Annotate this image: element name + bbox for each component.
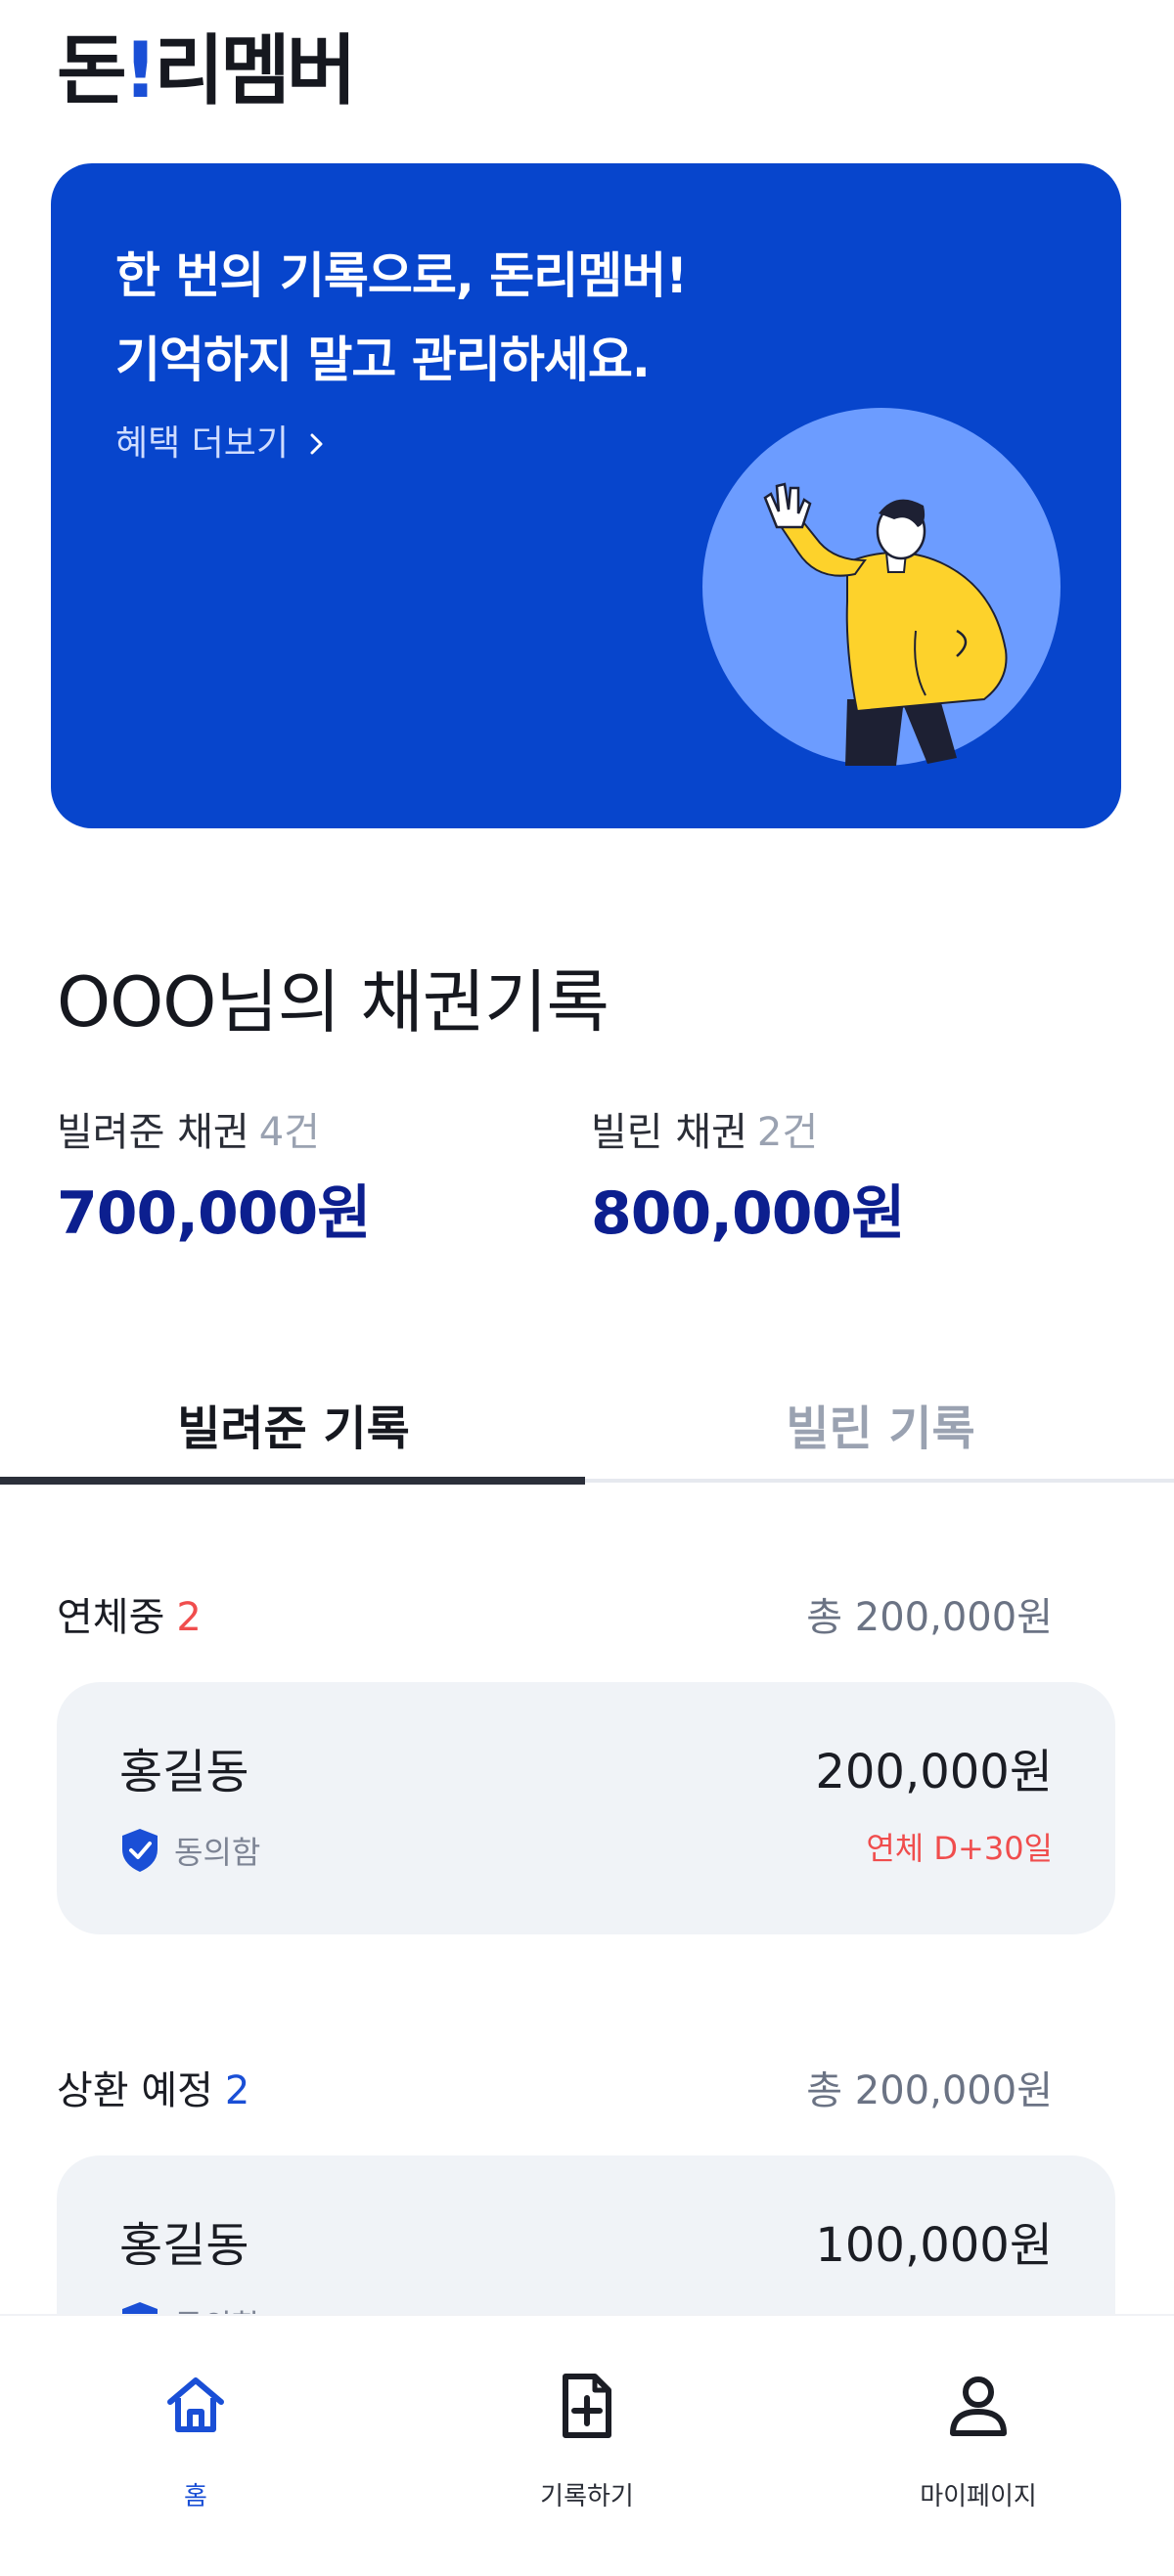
record-tabs: 빌려준 기록 빌린 기록: [0, 1367, 1174, 1487]
overdue-total: 총 200,000원: [806, 1595, 1053, 1640]
benefits-more-label: 혜택 더보기: [115, 423, 290, 464]
nav-home[interactable]: 홈: [0, 2316, 391, 2576]
app-logo: 돈!리멤버: [57, 27, 357, 115]
borrowed-bond-label: 빌린 채권: [591, 1110, 747, 1155]
lent-bond-label-row: 빌려준 채권 4건: [57, 1103, 370, 1162]
nav-add-record-label: 기록하기: [540, 2482, 634, 2511]
agreement-label: 동의함: [174, 1834, 261, 1871]
promo-banner[interactable]: 한 번의 기록으로, 돈리멤버! 기억하지 말고 관리하세요. 혜택 더보기: [51, 163, 1121, 828]
lent-bond-amount: 700,000원: [57, 1179, 371, 1248]
borrowed-bond-amount: 800,000원: [591, 1179, 905, 1248]
nav-mypage-label: 마이페이지: [920, 2482, 1037, 2511]
overdue-group-header: 연체중 2 총 200,000원: [57, 1584, 1053, 1643]
waving-person-illustration: [702, 408, 1061, 766]
record-amount: 100,000원: [815, 2218, 1053, 2273]
lent-bond-label: 빌려준 채권: [57, 1110, 249, 1155]
lent-bond-count: 4건: [258, 1110, 320, 1155]
banner-line-1: 한 번의 기록으로, 돈리멤버!: [115, 247, 688, 304]
tab-lent-records[interactable]: 빌려준 기록: [0, 1367, 587, 1481]
record-amount: 200,000원: [815, 1745, 1053, 1799]
borrowed-bond-label-row: 빌린 채권 2건: [591, 1103, 904, 1162]
borrowed-bond-count: 2건: [756, 1110, 819, 1155]
borrowed-bond-summary: 빌린 채권 2건 800,000원: [591, 1103, 905, 1258]
logo-exclamation: !: [122, 27, 158, 115]
home-screen: 돈!리멤버 한 번의 기록으로, 돈리멤버! 기억하지 말고 관리하세요. 혜택…: [0, 0, 1174, 2576]
home-icon: [167, 2377, 224, 2432]
tab-borrowed-records[interactable]: 빌린 기록: [587, 1367, 1174, 1481]
upcoming-total: 총 200,000원: [806, 2068, 1053, 2113]
chevron-right-icon: [310, 433, 323, 455]
user-icon: [950, 2376, 1007, 2436]
logo-part-2: 리멤버: [154, 27, 356, 115]
upcoming-group-name: 상환 예정: [57, 2068, 213, 2113]
nav-add-record[interactable]: 기록하기: [391, 2316, 783, 2576]
bond-record-title: OOO님의 채권기록: [57, 962, 610, 1043]
overdue-status: 연체 D+30일: [866, 1830, 1053, 1867]
lent-bond-summary: 빌려준 채권 4건 700,000원: [57, 1103, 371, 1258]
debtor-name: 홍길동: [119, 1745, 249, 1799]
upcoming-group-header: 상환 예정 2 총 200,000원: [57, 2058, 1053, 2116]
banner-title: 한 번의 기록으로, 돈리멤버! 기억하지 말고 관리하세요.: [115, 234, 688, 402]
overdue-group-name-row: 연체중 2: [57, 1585, 202, 1642]
nav-home-label: 홈: [184, 2482, 207, 2511]
banner-line-2: 기억하지 말고 관리하세요.: [115, 332, 651, 388]
add-file-icon: [563, 2374, 611, 2438]
overdue-record-card[interactable]: 홍길동 200,000원 동의함 연체 D+30일: [57, 1682, 1115, 1934]
tab-divider: [585, 1479, 1174, 1483]
logo-part-1: 돈: [57, 27, 127, 115]
active-tab-indicator: [0, 1477, 585, 1485]
upcoming-count: 2: [224, 2068, 250, 2113]
bottom-navigation: 홈 기록하기 마이페이지: [0, 2314, 1174, 2576]
nav-mypage[interactable]: 마이페이지: [783, 2316, 1174, 2576]
debtor-name: 홍길동: [119, 2218, 249, 2273]
upcoming-group-name-row: 상환 예정 2: [57, 2059, 249, 2115]
overdue-count: 2: [176, 1595, 202, 1640]
benefits-more-link[interactable]: 혜택 더보기: [115, 420, 328, 468]
overdue-group-name: 연체중: [57, 1595, 165, 1640]
shield-check-icon: [122, 1829, 158, 1872]
agreement-badge: 동의함: [119, 1827, 260, 1874]
